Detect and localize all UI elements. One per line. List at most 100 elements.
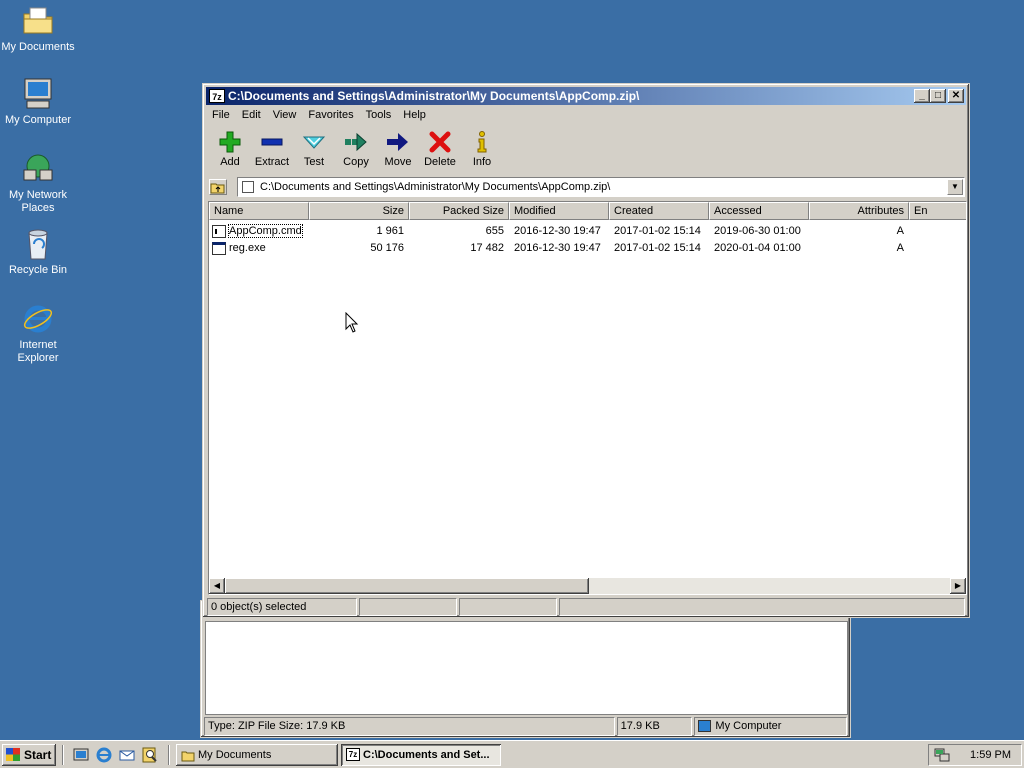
status-size: 17.9 KB [616,717,693,736]
column-header-accessed[interactable]: Accessed [709,202,809,220]
close-button[interactable]: ✕ [948,89,964,103]
move-icon [386,130,410,154]
status-cell-2 [359,598,457,616]
menu-edit[interactable]: Edit [236,106,267,124]
cell-packed-size: 655 [485,225,504,237]
background-explorer-window[interactable]: Type: ZIP File Size: 17.9 KB 17.9 KB My … [200,600,851,738]
file-name: reg.exe [229,242,266,254]
taskbar-separator [62,745,64,765]
horizontal-scrollbar[interactable]: ◀ ▶ [209,578,966,594]
table-row[interactable]: reg.exe 50 176 17 482 2016-12-30 19:47 2… [209,240,966,257]
info-button[interactable]: Info [461,126,503,172]
network-icon [21,152,55,186]
clock[interactable]: 1:59 PM [970,745,1011,765]
status-zone-label: My Computer [715,720,782,732]
table-row[interactable]: AppComp.cmd 1 961 655 2016-12-30 19:47 2… [209,223,966,240]
desktop-icon-my-network-places[interactable]: My Network Places [0,152,76,215]
menu-file[interactable]: File [206,106,236,124]
test-button[interactable]: Test [293,126,335,172]
desktop-icon-my-documents[interactable]: My Documents [0,4,76,54]
column-header-packed-size[interactable]: Packed Size [409,202,509,220]
delete-label: Delete [424,156,456,168]
search-icon[interactable] [141,746,159,764]
column-header-size[interactable]: Size [309,202,409,220]
list-header: Name Size Packed Size Modified Created A… [209,202,966,220]
cell-created: 2017-01-02 15:14 [614,225,701,237]
cell-name: reg.exe [209,240,309,257]
desktop-icon-my-computer[interactable]: My Computer [0,77,76,127]
window-controls: _ □ ✕ [914,89,964,103]
column-header-created[interactable]: Created [609,202,709,220]
system-tray: 1:59 PM [928,744,1022,766]
address-input[interactable]: C:\Documents and Settings\Administrator\… [237,177,965,197]
zip-file-icon [242,181,254,193]
desktop-icon-label: My Computer [4,114,72,126]
add-button[interactable]: Add [209,126,251,172]
seven-zip-logo-icon: 7z [209,89,225,103]
menu-tools[interactable]: Tools [360,106,398,124]
status-cell-3 [459,598,557,616]
copy-label: Copy [343,156,369,168]
maximize-button[interactable]: □ [930,89,946,103]
cell-attributes: A [896,225,904,237]
cell-size: 50 176 [370,242,404,254]
internet-explorer-icon[interactable] [95,746,113,764]
desktop-icon-label: My Documents [1,41,75,53]
window-title: C:\Documents and Settings\Administrator\… [228,89,640,103]
desktop-icon-recycle-bin[interactable]: Recycle Bin [0,227,76,277]
extract-icon [260,130,284,154]
extract-label: Extract [254,156,290,168]
up-folder-icon [210,183,225,194]
start-label: Start [24,748,52,762]
minimize-button[interactable]: _ [914,89,930,103]
column-header-attributes[interactable]: Attributes [809,202,909,220]
seven-zip-window[interactable]: 7z C:\Documents and Settings\Administrat… [202,83,970,618]
delete-button[interactable]: Delete [419,126,461,172]
desktop-icon-label: My Network Places [8,189,68,214]
start-button[interactable]: Start [2,744,56,766]
info-icon [470,130,494,154]
taskbar-button-label: C:\Documents and Set... [363,749,490,761]
taskbar: Start My Documents 7z C:\Documents and S… [0,740,1024,768]
copy-button[interactable]: Copy [335,126,377,172]
file-list[interactable]: Name Size Packed Size Modified Created A… [208,201,967,595]
exe-file-icon [212,242,226,255]
move-button[interactable]: Move [377,126,419,172]
desktop-icon-internet-explorer[interactable]: Internet Explorer [0,302,76,365]
test-icon [302,130,326,154]
menu-favorites[interactable]: Favorites [302,106,359,124]
address-text: C:\Documents and Settings\Administrator\… [260,181,611,193]
scroll-left-button[interactable]: ◀ [209,578,225,594]
network-status-icon[interactable] [934,747,950,763]
menu-help[interactable]: Help [397,106,432,124]
menu-view[interactable]: View [267,106,303,124]
scroll-thumb[interactable] [225,578,589,594]
taskbar-button-my-documents[interactable]: My Documents [176,744,338,766]
status-selection: 0 object(s) selected [207,598,357,616]
statusbar: 0 object(s) selected [207,598,965,616]
outlook-express-icon[interactable] [118,746,136,764]
show-desktop-icon[interactable] [72,746,90,764]
computer-icon [698,720,712,732]
move-label: Move [384,156,412,168]
scroll-right-button[interactable]: ▶ [950,578,966,594]
window-titlebar[interactable]: 7z C:\Documents and Settings\Administrat… [206,87,966,105]
address-dropdown-button[interactable]: ▼ [947,179,963,195]
column-header-modified[interactable]: Modified [509,202,609,220]
folder-icon [181,748,195,762]
desktop-icon-label: Recycle Bin [8,264,68,276]
seven-zip-logo-icon: 7z [346,748,360,761]
folder-documents-icon [21,4,55,38]
column-header-encrypted[interactable]: En [909,202,966,220]
up-folder-button[interactable] [209,179,227,195]
cell-created: 2017-01-02 15:14 [614,242,701,254]
file-name: AppComp.cmd [228,224,303,238]
cell-modified: 2016-12-30 19:47 [514,225,601,237]
extract-button[interactable]: Extract [251,126,293,172]
test-label: Test [303,156,325,168]
cell-name: AppComp.cmd [209,223,309,240]
taskbar-button-seven-zip[interactable]: 7z C:\Documents and Set... [341,744,501,766]
copy-icon [344,130,368,154]
column-header-name[interactable]: Name [209,202,309,220]
desktop-icon-label: Internet Explorer [17,339,59,364]
